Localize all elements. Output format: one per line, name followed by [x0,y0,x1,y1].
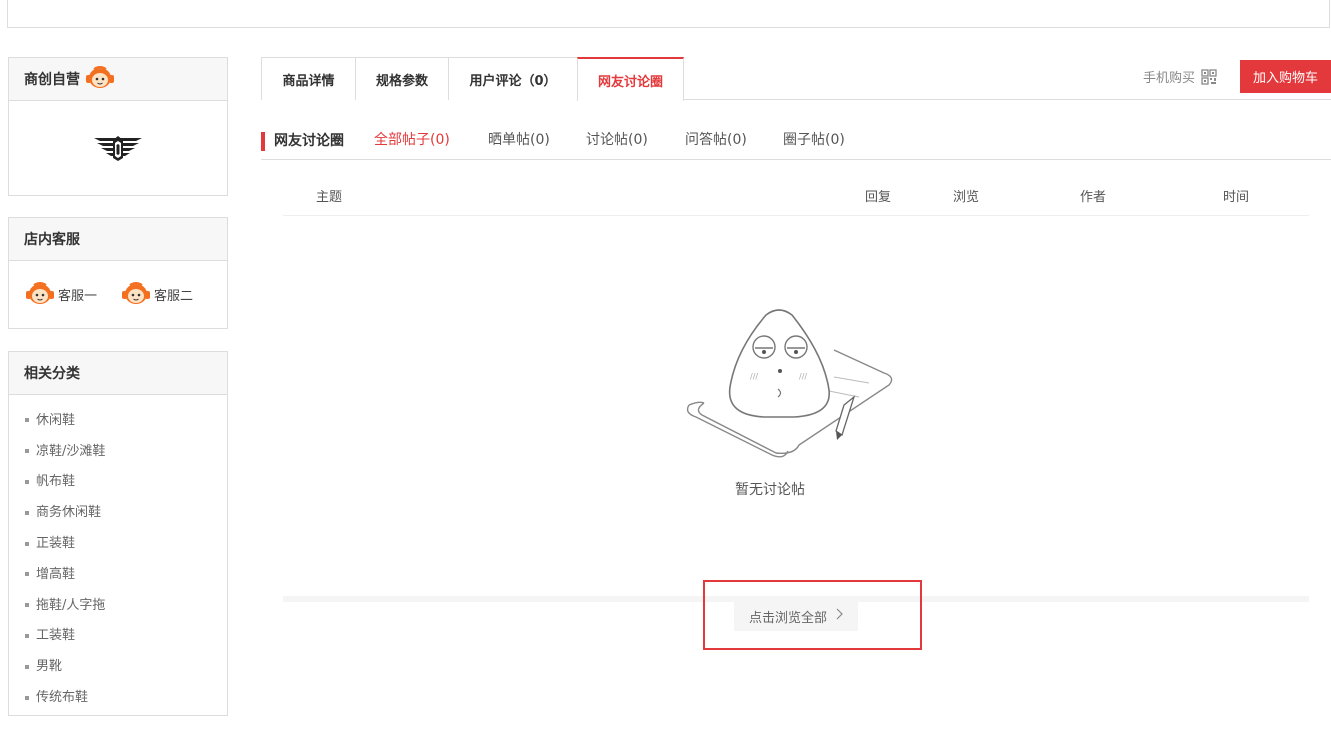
category-item[interactable]: 帆布鞋 [25,467,227,498]
category-label: 帆布鞋 [36,474,76,490]
top-bar [7,0,1330,28]
category-item[interactable]: 拖鞋/人字拖 [25,590,227,621]
tab-reviews[interactable]: 用户评论（0） [448,57,578,100]
bullet-icon [25,510,29,515]
chevron-right-icon [836,608,843,624]
phone-buy-link[interactable]: 手机购买 [1143,67,1217,86]
browse-all-label: 点击浏览全部 [748,610,827,626]
store-header: 商创自营 [9,58,227,101]
related-categories-box: 相关分类 休闲鞋 凉鞋/沙滩鞋 帆布鞋 商务休闲鞋 正装鞋 增高鞋 拖鞋/人字拖… [8,351,228,716]
column-time: 时间 [1223,190,1250,205]
empty-state-text: 暂无讨论帖 [735,482,805,498]
bullet-icon [25,449,29,454]
category-list: 休闲鞋 凉鞋/沙滩鞋 帆布鞋 商务休闲鞋 正装鞋 增高鞋 拖鞋/人字拖 工装鞋 … [9,395,227,713]
column-replies: 回复 [865,190,892,205]
customer-service-agent-label: 客服一 [58,289,98,304]
category-label: 休闲鞋 [36,412,76,428]
filter-circle-posts[interactable]: 圈子帖(0) [783,131,845,150]
column-author: 作者 [1080,190,1107,205]
store-name[interactable]: 商创自营 [24,69,80,89]
bullet-icon [25,418,29,423]
category-item[interactable]: 商务休闲鞋 [25,497,227,528]
monkey-mascot-icon [85,65,115,93]
empty-state-illustration-icon: /// /// [684,305,894,464]
tab-product-details[interactable]: 商品详情 [261,57,356,100]
category-label: 工装鞋 [36,628,76,644]
qr-code-icon [1201,68,1217,85]
tab-specs[interactable]: 规格参数 [355,57,449,100]
customer-service-agent-2[interactable]: 客服二 [121,281,193,309]
customer-service-agent-1[interactable]: 客服一 [25,281,97,309]
bullet-icon [25,541,29,546]
svg-text:///: /// [799,372,807,381]
category-item[interactable]: 正装鞋 [25,528,227,559]
monkey-mascot-icon [25,281,55,309]
column-views: 浏览 [953,190,980,205]
category-label: 商务休闲鞋 [36,505,102,521]
category-item[interactable]: 休闲鞋 [25,405,227,436]
category-item[interactable]: 男靴 [25,651,227,682]
category-item[interactable]: 凉鞋/沙滩鞋 [25,436,227,467]
bullet-icon [25,695,29,700]
related-categories-title: 相关分类 [24,366,80,382]
category-label: 传统布鞋 [36,690,89,706]
category-label: 凉鞋/沙滩鞋 [36,443,106,459]
posts-table-header: 主题 回复 浏览 作者 时间 [283,172,1309,216]
customer-service-agent-label: 客服二 [154,289,194,304]
category-item[interactable]: 工装鞋 [25,621,227,652]
store-box: 商创自营 [8,57,228,196]
category-item[interactable]: 传统布鞋 [25,682,227,713]
discussion-subnav: 网友讨论圈 全部帖子(0) 晒单帖(0) 讨论帖(0) 问答帖(0) 圈子帖(0… [261,121,1331,160]
add-to-cart-button[interactable]: 加入购物车 [1240,60,1331,93]
tab-discussion[interactable]: 网友讨论圈 [577,57,684,101]
column-topic: 主题 [316,190,343,205]
customer-service-title: 店内客服 [24,232,80,248]
browse-all-button[interactable]: 点击浏览全部 [734,601,858,631]
category-label: 增高鞋 [36,566,76,582]
monkey-mascot-icon [121,281,151,309]
filter-all-posts[interactable]: 全部帖子(0) [374,131,450,150]
category-item[interactable]: 增高鞋 [25,559,227,590]
category-label: 男靴 [36,659,63,675]
eagle-logo-icon [94,136,142,161]
customer-service-list: 客服一 客服二 [9,261,227,328]
customer-service-box: 店内客服 客服一 客服二 [8,217,228,329]
phone-buy-label: 手机购买 [1143,71,1196,86]
related-categories-header: 相关分类 [9,352,227,395]
filter-discussion-posts[interactable]: 讨论帖(0) [586,131,648,150]
bullet-icon [25,633,29,638]
filter-qa-posts[interactable]: 问答帖(0) [685,131,747,150]
customer-service-header: 店内客服 [9,218,227,261]
filter-show-posts[interactable]: 晒单帖(0) [488,131,550,150]
svg-text:///: /// [750,372,758,381]
bullet-icon [25,664,29,669]
category-label: 拖鞋/人字拖 [36,597,106,613]
bullet-icon [25,572,29,577]
bullet-icon [25,603,29,608]
bullet-icon [25,479,29,484]
discussion-title: 网友讨论圈 [261,132,344,151]
brand-logo[interactable] [9,101,227,195]
category-label: 正装鞋 [36,536,76,552]
